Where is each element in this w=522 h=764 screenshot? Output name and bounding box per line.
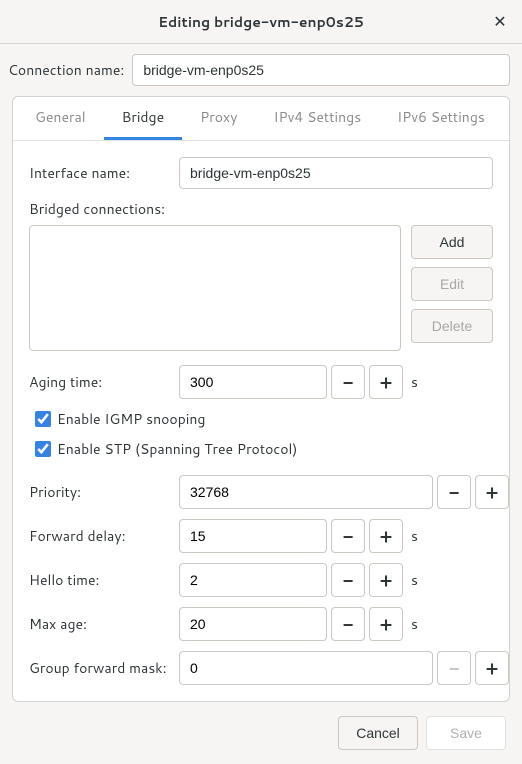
priority-input[interactable] xyxy=(179,475,433,509)
aging-time-label: Aging time: xyxy=(29,372,169,392)
max-age-unit: s xyxy=(411,614,418,634)
edit-button: Edit xyxy=(411,267,493,301)
group-forward-mask-input[interactable] xyxy=(179,651,433,685)
aging-time-unit: s xyxy=(411,372,418,392)
plus-icon: + xyxy=(486,483,498,501)
minus-icon: − xyxy=(343,615,354,633)
group-forward-mask-label: Group forward mask: xyxy=(29,658,169,678)
minus-icon: − xyxy=(343,571,354,589)
priority-increment[interactable]: + xyxy=(475,475,509,509)
connection-name-input[interactable] xyxy=(132,54,510,86)
tab-proxy[interactable]: Proxy xyxy=(182,97,255,140)
plus-icon: + xyxy=(380,615,392,633)
close-button[interactable]: ✕ xyxy=(488,10,512,34)
stp-label: Enable STP (Spanning Tree Protocol) xyxy=(57,439,297,459)
save-button: Save xyxy=(426,716,506,750)
forward-delay-increment[interactable]: + xyxy=(369,519,403,553)
bridged-connections-label: Bridged connections: xyxy=(29,199,493,219)
hello-time-unit: s xyxy=(411,570,418,590)
tab-general[interactable]: General xyxy=(17,97,104,140)
tabs-container: General Bridge Proxy IPv4 Settings IPv6 … xyxy=(12,96,510,702)
add-button[interactable]: Add xyxy=(411,225,493,259)
hello-time-decrement[interactable]: − xyxy=(331,563,365,597)
tab-body-bridge: Interface name: Bridged connections: Add… xyxy=(13,141,509,701)
titlebar: Editing bridge-vm-enp0s25 ✕ xyxy=(0,0,522,44)
hello-time-label: Hello time: xyxy=(29,570,169,590)
tab-ipv4[interactable]: IPv4 Settings xyxy=(255,97,379,140)
hello-time-input[interactable] xyxy=(179,563,327,597)
priority-label: Priority: xyxy=(29,482,169,502)
forward-delay-input[interactable] xyxy=(179,519,327,553)
delete-button: Delete xyxy=(411,309,493,343)
tab-ipv6[interactable]: IPv6 Settings xyxy=(379,97,503,140)
minus-icon: − xyxy=(449,483,460,501)
forward-delay-label: Forward delay: xyxy=(29,526,169,546)
aging-time-decrement[interactable]: − xyxy=(331,365,365,399)
plus-icon: + xyxy=(380,571,392,589)
plus-icon: + xyxy=(486,659,498,677)
minus-icon: − xyxy=(343,527,354,545)
plus-icon: + xyxy=(380,527,392,545)
connection-name-row: Connection name: xyxy=(0,44,522,96)
stp-checkbox[interactable] xyxy=(35,441,51,457)
forward-delay-decrement[interactable]: − xyxy=(331,519,365,553)
minus-icon: − xyxy=(449,659,460,677)
max-age-label: Max age: xyxy=(29,614,169,634)
hello-time-increment[interactable]: + xyxy=(369,563,403,597)
max-age-increment[interactable]: + xyxy=(369,607,403,641)
bridged-connections-list[interactable] xyxy=(29,225,401,351)
close-icon: ✕ xyxy=(493,10,506,33)
group-forward-mask-increment[interactable]: + xyxy=(475,651,509,685)
aging-time-increment[interactable]: + xyxy=(369,365,403,399)
igmp-label: Enable IGMP snooping xyxy=(57,409,205,429)
priority-decrement[interactable]: − xyxy=(437,475,471,509)
tabs: General Bridge Proxy IPv4 Settings IPv6 … xyxy=(13,97,509,141)
forward-delay-unit: s xyxy=(411,526,418,546)
group-forward-mask-decrement: − xyxy=(437,651,471,685)
cancel-button[interactable]: Cancel xyxy=(338,716,418,750)
aging-time-input[interactable] xyxy=(179,365,327,399)
plus-icon: + xyxy=(380,373,392,391)
interface-name-input[interactable] xyxy=(179,157,493,189)
tab-bridge[interactable]: Bridge xyxy=(104,97,183,140)
dialog-footer: Cancel Save xyxy=(0,702,522,764)
connection-name-label: Connection name: xyxy=(8,60,124,80)
interface-name-label: Interface name: xyxy=(29,163,169,183)
window-title: Editing bridge-vm-enp0s25 xyxy=(158,12,364,32)
igmp-checkbox[interactable] xyxy=(35,411,51,427)
max-age-decrement[interactable]: − xyxy=(331,607,365,641)
minus-icon: − xyxy=(343,373,354,391)
max-age-input[interactable] xyxy=(179,607,327,641)
